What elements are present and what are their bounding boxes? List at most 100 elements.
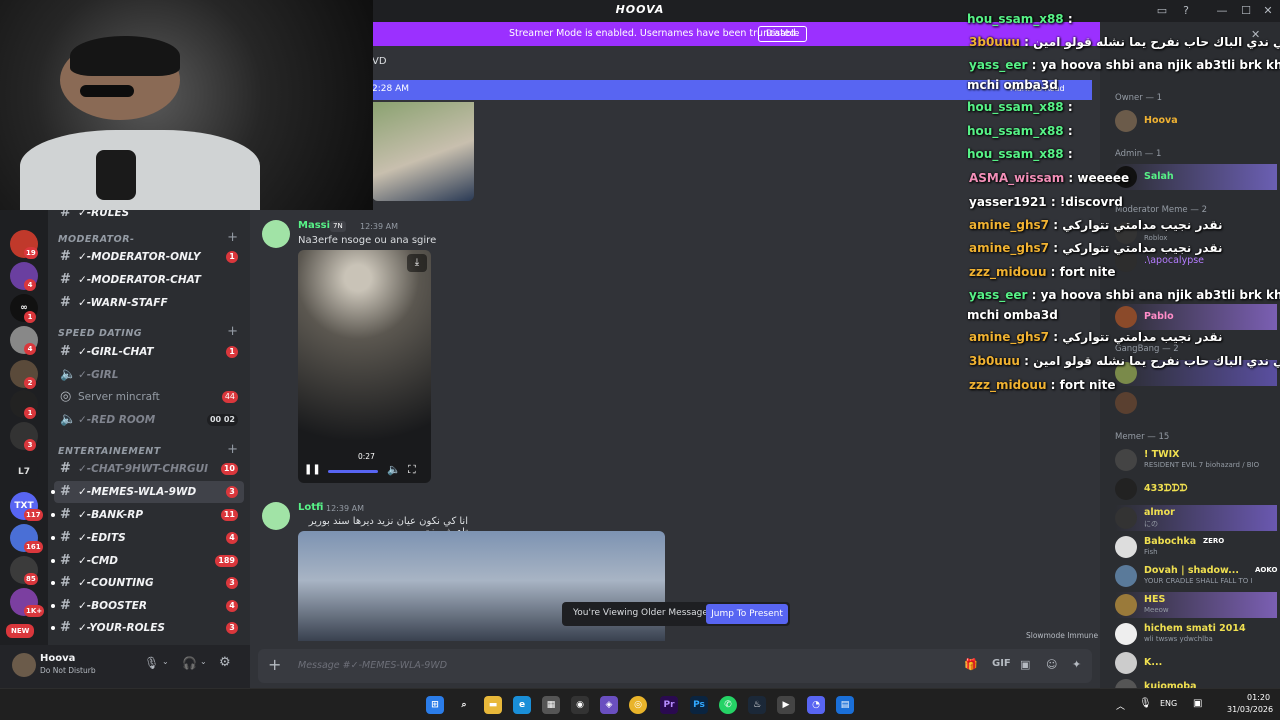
new-messages-bar[interactable]: 2:28 AM Mark As Read: [250, 80, 1092, 100]
member-item[interactable]: 433ᗪᗪᗪ: [1115, 476, 1277, 502]
close-window-icon[interactable]: ✕: [1260, 3, 1276, 19]
photoshop-icon[interactable]: Ps: [690, 696, 708, 714]
clock-date[interactable]: 31/03/2026: [1227, 705, 1273, 714]
member-item[interactable]: [1115, 390, 1277, 416]
channel-edits[interactable]: # ✓-EDITS 4: [51, 527, 244, 549]
windows-start-icon[interactable]: ⊞: [426, 696, 444, 714]
channel-name: ✓-YOUR-ROLES: [78, 622, 165, 634]
keyboard-language[interactable]: ENG: [1160, 699, 1177, 708]
apps-icon[interactable]: ✦: [1072, 658, 1081, 671]
emoji-icon[interactable]: ☺: [1046, 658, 1057, 671]
steam-icon[interactable]: ♨: [748, 696, 766, 714]
app-icon[interactable]: ◉: [571, 696, 589, 714]
channel-rules[interactable]: # ✓-RULES: [54, 210, 244, 224]
add-channel-icon[interactable]: +: [227, 442, 238, 457]
add-channel-icon[interactable]: +: [227, 230, 238, 245]
member-item[interactable]: K...: [1115, 650, 1277, 676]
channel-warn-staff[interactable]: # ✓-WARN-STAFF: [54, 292, 244, 314]
store-icon[interactable]: ▦: [542, 696, 560, 714]
avatar[interactable]: [262, 502, 290, 530]
gear-icon[interactable]: ⚙: [219, 655, 231, 670]
channel-server-mincraft[interactable]: ◎ Server mincraft 44: [54, 386, 244, 408]
disable-button[interactable]: Disable: [758, 26, 808, 42]
channel-moderator-chat[interactable]: # ✓-MODERATOR-CHAT: [54, 269, 244, 291]
download-icon[interactable]: ⤓: [407, 254, 427, 272]
member-item[interactable]: Dovah | shadow... AOKO YOUR CRADLE SHALL F…: [1115, 563, 1277, 589]
channel-moderator-only[interactable]: # ✓-MODERATOR-ONLY 1: [54, 246, 244, 268]
microphone-icon[interactable]: 🎙: [144, 656, 159, 670]
channel-name: ✓-RULES: [78, 210, 130, 219]
gif-icon[interactable]: GIF: [992, 658, 1011, 669]
image-attachment[interactable]: [372, 102, 474, 201]
channel-girl-voice[interactable]: 🔈 ✓-GIRL: [54, 364, 244, 386]
chevron-down-icon[interactable]: ⌄: [162, 657, 169, 666]
discord-icon[interactable]: ◔: [807, 696, 825, 714]
channel-cmd[interactable]: # ✓-CMD 189: [51, 550, 244, 572]
channel-counting[interactable]: # ✓-COUNTING 3: [51, 572, 244, 594]
add-attachment-icon[interactable]: +: [268, 655, 281, 674]
unread-dot: [51, 559, 55, 563]
headphones-icon[interactable]: 🎧: [182, 656, 197, 670]
message-author[interactable]: Lotfi: [298, 502, 323, 513]
member-item[interactable]: HES Meeow: [1115, 592, 1277, 618]
inbox-icon[interactable]: ▭: [1154, 3, 1170, 19]
app-icon[interactable]: ◈: [600, 696, 618, 714]
video-player[interactable]: ⤓ 0:27 ❚❚ 🔈 ⛶: [298, 250, 431, 483]
tray-chevron-icon[interactable]: ︿: [1116, 699, 1125, 712]
channel-name: ✓-GIRL-CHAT: [78, 346, 154, 358]
channel-girl-chat[interactable]: # ✓-GIRL-CHAT 1: [54, 341, 244, 363]
whatsapp-icon[interactable]: ✆: [719, 696, 737, 714]
member-item[interactable]: hichem smati 2014 wli twsws ydwchlba: [1115, 621, 1277, 647]
unread-dot: [51, 513, 55, 517]
message-input[interactable]: + Message #✓-MEMES-WLA-9WD 🎁 GIF ▣ ☺ ✦: [258, 649, 1092, 683]
new-badge[interactable]: NEW: [6, 624, 35, 638]
user-name[interactable]: Hoova: [40, 653, 75, 664]
network-icon[interactable]: ▣: [1193, 698, 1202, 709]
edge-icon[interactable]: e: [513, 696, 531, 714]
file-explorer-icon[interactable]: ▬: [484, 696, 502, 714]
volume-icon[interactable]: 🔈: [387, 463, 401, 476]
clock-time[interactable]: 01:20: [1247, 693, 1270, 702]
sticker-icon[interactable]: ▣: [1020, 658, 1030, 671]
chrome-icon[interactable]: ◎: [629, 696, 647, 714]
channel-bank-rp[interactable]: # ✓-BANK-RP 11: [51, 504, 244, 526]
maximize-icon[interactable]: ☐: [1238, 3, 1254, 19]
member-item[interactable]: Hoova: [1115, 108, 1277, 134]
member-item[interactable]: almor にの: [1115, 505, 1277, 531]
avatar[interactable]: [12, 653, 36, 677]
app-grid-icon[interactable]: ▤: [836, 696, 854, 714]
search-icon[interactable]: ⌕: [455, 696, 473, 714]
media-player-icon[interactable]: ▶: [777, 696, 795, 714]
webcam-overlay: [0, 0, 373, 210]
chat-text: نقدر نجيب مدامتي تتواركي: [1062, 218, 1223, 232]
fullscreen-icon[interactable]: ⛶: [408, 463, 416, 477]
gift-icon[interactable]: 🎁: [964, 658, 978, 671]
help-icon[interactable]: ?: [1178, 3, 1194, 19]
member-item[interactable]: ! TWIX RESIDENT EVIL 7 biohazard / BIO: [1115, 447, 1277, 473]
category-moderator[interactable]: MODERATOR-: [58, 234, 134, 245]
premiere-icon[interactable]: Pr: [660, 696, 678, 714]
add-channel-icon[interactable]: +: [227, 324, 238, 339]
minimize-icon[interactable]: —: [1214, 3, 1230, 19]
channel-booster[interactable]: # ✓-BOOSTER 4: [51, 595, 244, 617]
category-entertainement[interactable]: ENTERTAINEMENT: [58, 446, 161, 457]
category-speed-dating[interactable]: SPEED DATING: [58, 328, 142, 339]
member-item[interactable]: Pablo: [1115, 304, 1277, 330]
member-item[interactable]: Salah: [1115, 164, 1277, 190]
server-icon-l7[interactable]: L7: [10, 458, 38, 486]
channel-memes-wla-9wd[interactable]: # ✓-MEMES-WLA-9WD 3: [51, 481, 244, 503]
avatar[interactable]: [262, 220, 290, 248]
jump-to-present-button[interactable]: Jump To Present: [706, 604, 788, 624]
channel-red-room[interactable]: 🔈 ✓-RED ROOM 00 02: [54, 409, 244, 431]
message-author[interactable]: Massi: [298, 220, 330, 231]
video-progress[interactable]: [328, 470, 378, 473]
microphone-tray-icon[interactable]: 🎙: [1139, 698, 1152, 709]
chat-text: !discovrd: [1059, 195, 1123, 209]
pause-icon[interactable]: ❚❚: [304, 464, 321, 475]
chevron-down-icon[interactable]: ⌄: [200, 657, 207, 666]
cap: [70, 36, 180, 76]
channel-your-roles[interactable]: # ✓-YOUR-ROLES 3: [51, 617, 244, 639]
chat-text: mchi omba3d: [967, 308, 1058, 322]
member-item[interactable]: Babochka ZERO Fish: [1115, 534, 1277, 560]
channel-chat-9hwt[interactable]: # ✓-CHAT-9HWT-CHRGUI 10: [54, 458, 244, 480]
